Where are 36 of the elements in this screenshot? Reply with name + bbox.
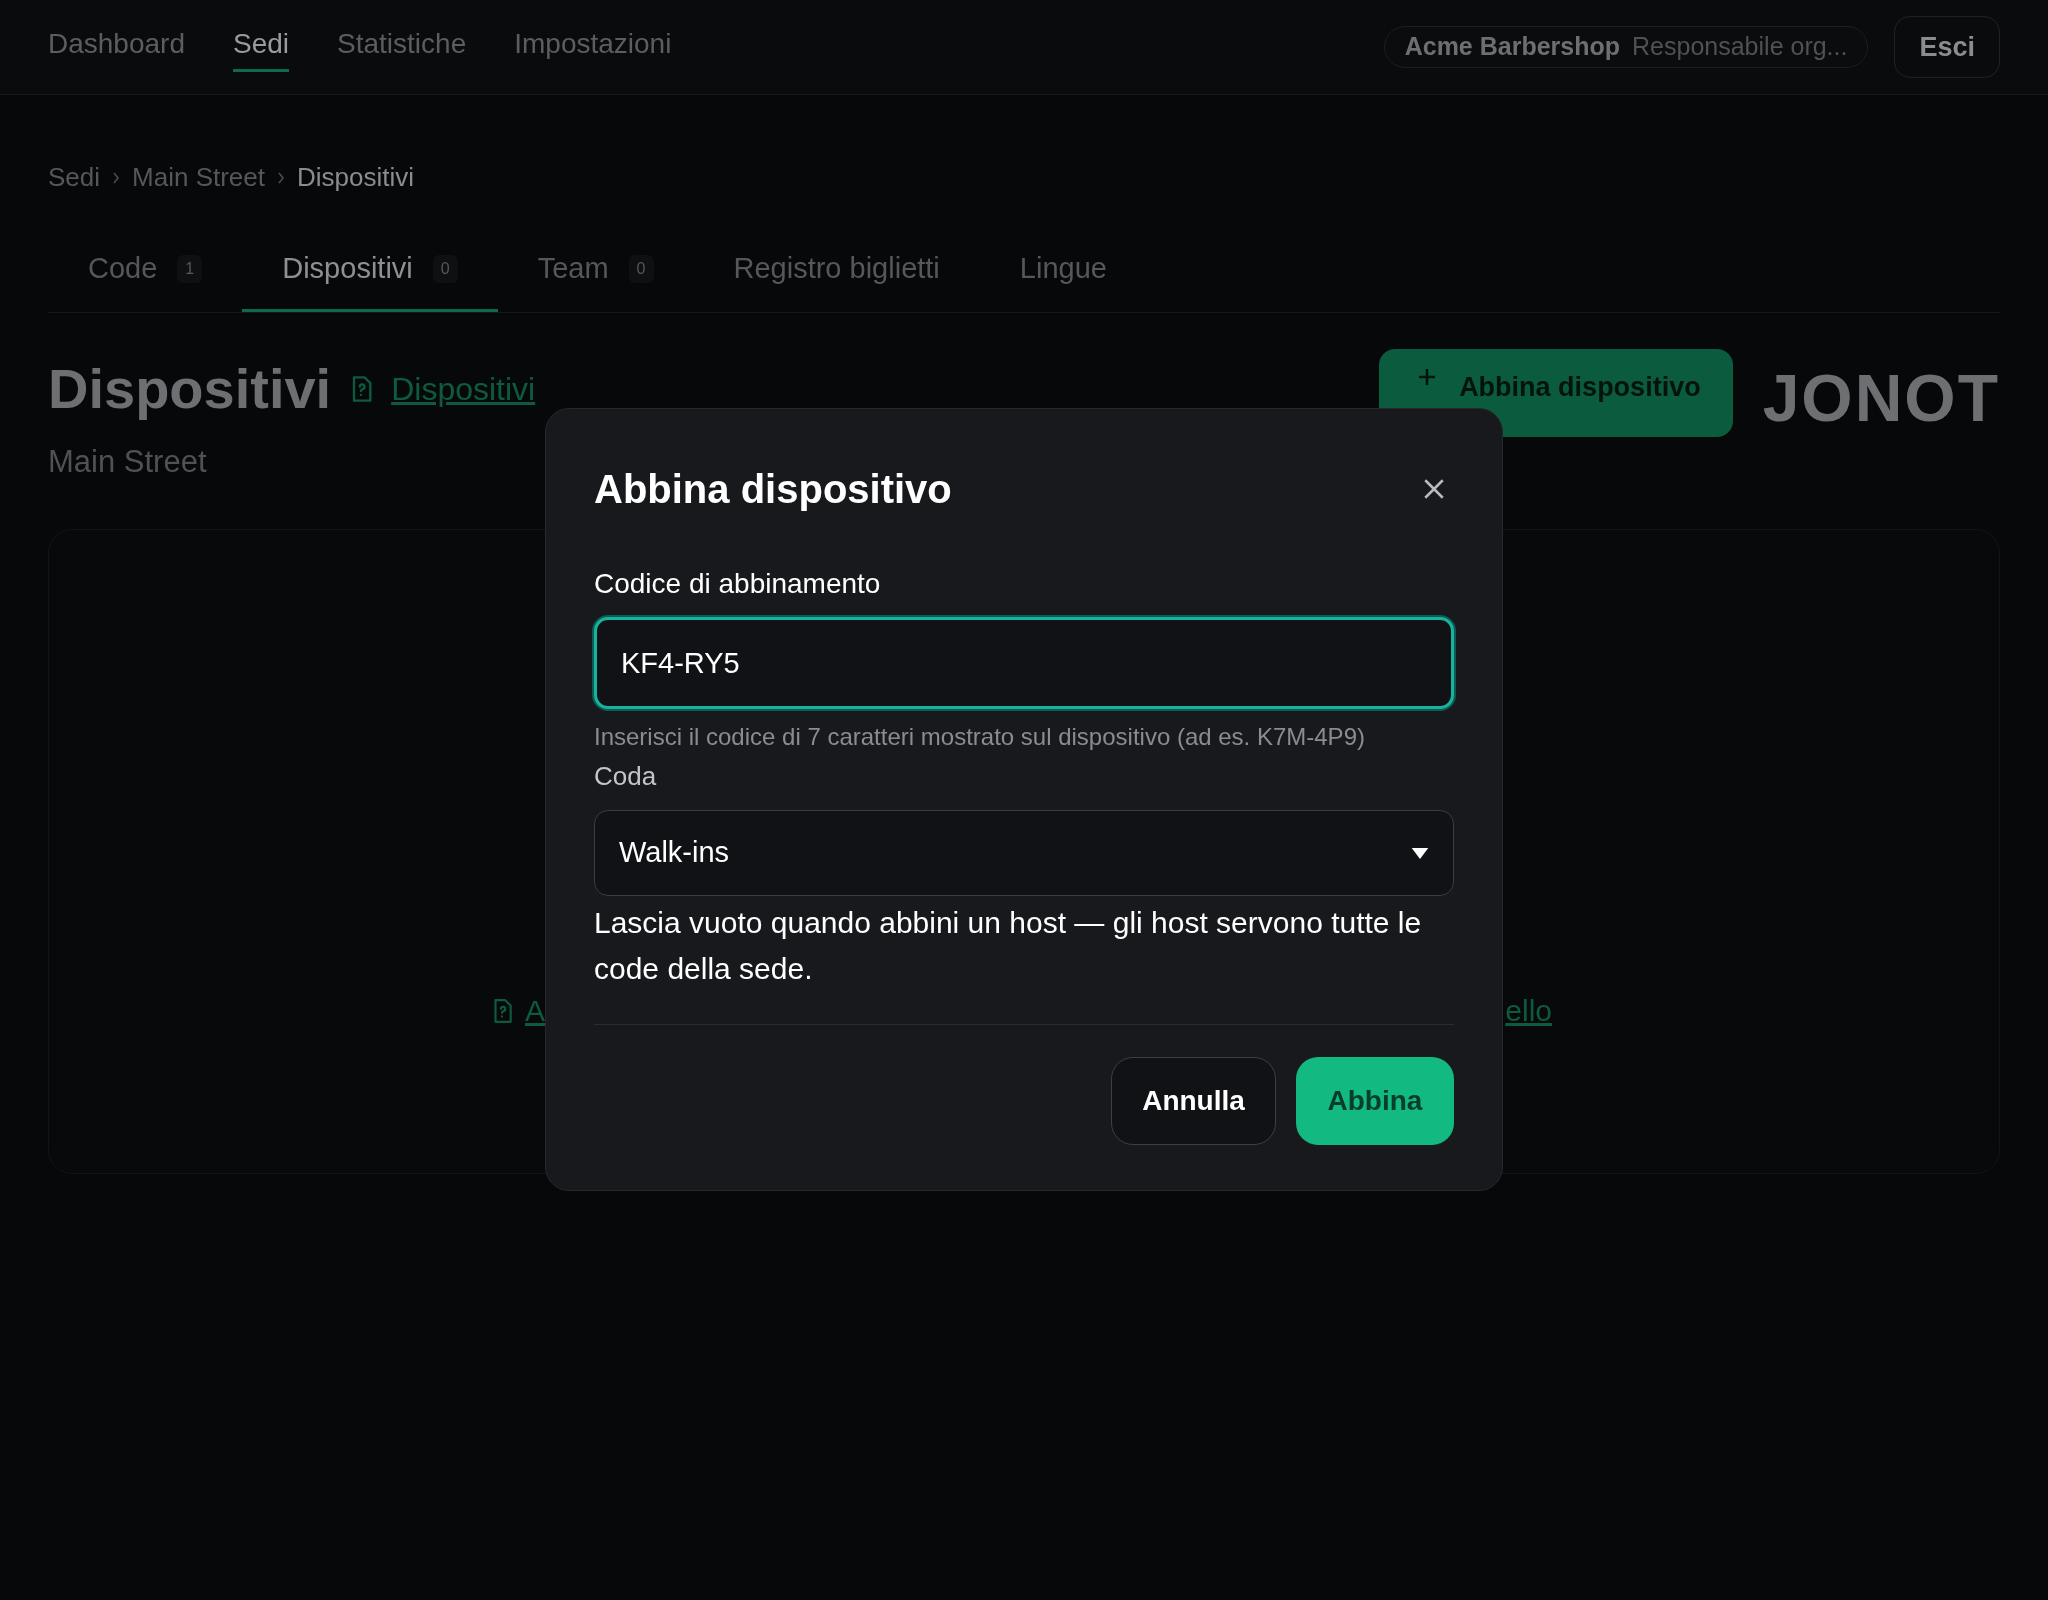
chevron-icon: [112, 171, 121, 184]
nav-link[interactable]: Impostazioni: [514, 22, 672, 72]
tab[interactable]: Registro biglietti: [693, 247, 980, 312]
logo: JONOT: [1762, 364, 2000, 431]
field-label: Codice di abbinamento: [594, 567, 882, 601]
nav-link[interactable]: Sedi: [233, 22, 290, 72]
page-subtitle: Main Street: [48, 442, 208, 481]
breadcrumb-link[interactable]: Main Street: [132, 158, 265, 197]
field-label: Coda: [594, 760, 658, 793]
field-hint: Lascia vuoto quando abbini un host — gli host servono tutte le code della sede.: [594, 905, 1423, 987]
tab[interactable]: Team 0: [497, 247, 694, 312]
help-link[interactable]: Dispositivi: [391, 364, 536, 413]
tab[interactable]: Lingue: [979, 247, 1147, 312]
organization-role: Responsabile org...: [1632, 31, 1848, 63]
pairing-code-field[interactable]: KF4-RY5: [594, 617, 1454, 709]
breadcrumb-link[interactable]: Dispositivi: [297, 158, 415, 197]
dialog-title: Abbina dispositivo: [594, 466, 952, 513]
help-link[interactable]: A: [525, 988, 545, 1033]
organization-name: Acme Barbershop: [1404, 31, 1621, 63]
tab[interactable]: Code 1: [48, 247, 243, 312]
help-link[interactable]: ello: [1505, 988, 1552, 1033]
breadcrumb-link[interactable]: Sedi: [48, 158, 101, 197]
count-badge: 0: [628, 254, 654, 283]
queue-select[interactable]: Walk-ins: [594, 810, 1454, 896]
confirm-button[interactable]: Abbina: [1296, 1057, 1454, 1145]
field-hint: Inserisci il codice di 7 caratteri mostrato sul dispositivo (ad es. K7M-4P9): [594, 722, 1366, 752]
count-badge: 0: [432, 254, 458, 283]
caret-icon: [1411, 847, 1429, 859]
logout-button[interactable]: Esci: [1894, 16, 2000, 78]
count-badge: 1: [177, 254, 203, 283]
chevron-icon: [277, 171, 285, 184]
nav-link[interactable]: Dashboard: [48, 22, 185, 72]
cancel-button[interactable]: Annulla: [1111, 1057, 1276, 1145]
nav-link[interactable]: Statistiche: [337, 22, 467, 72]
plus-icon: [1417, 366, 1438, 387]
tab[interactable]: Dispositivi 0: [242, 247, 498, 312]
